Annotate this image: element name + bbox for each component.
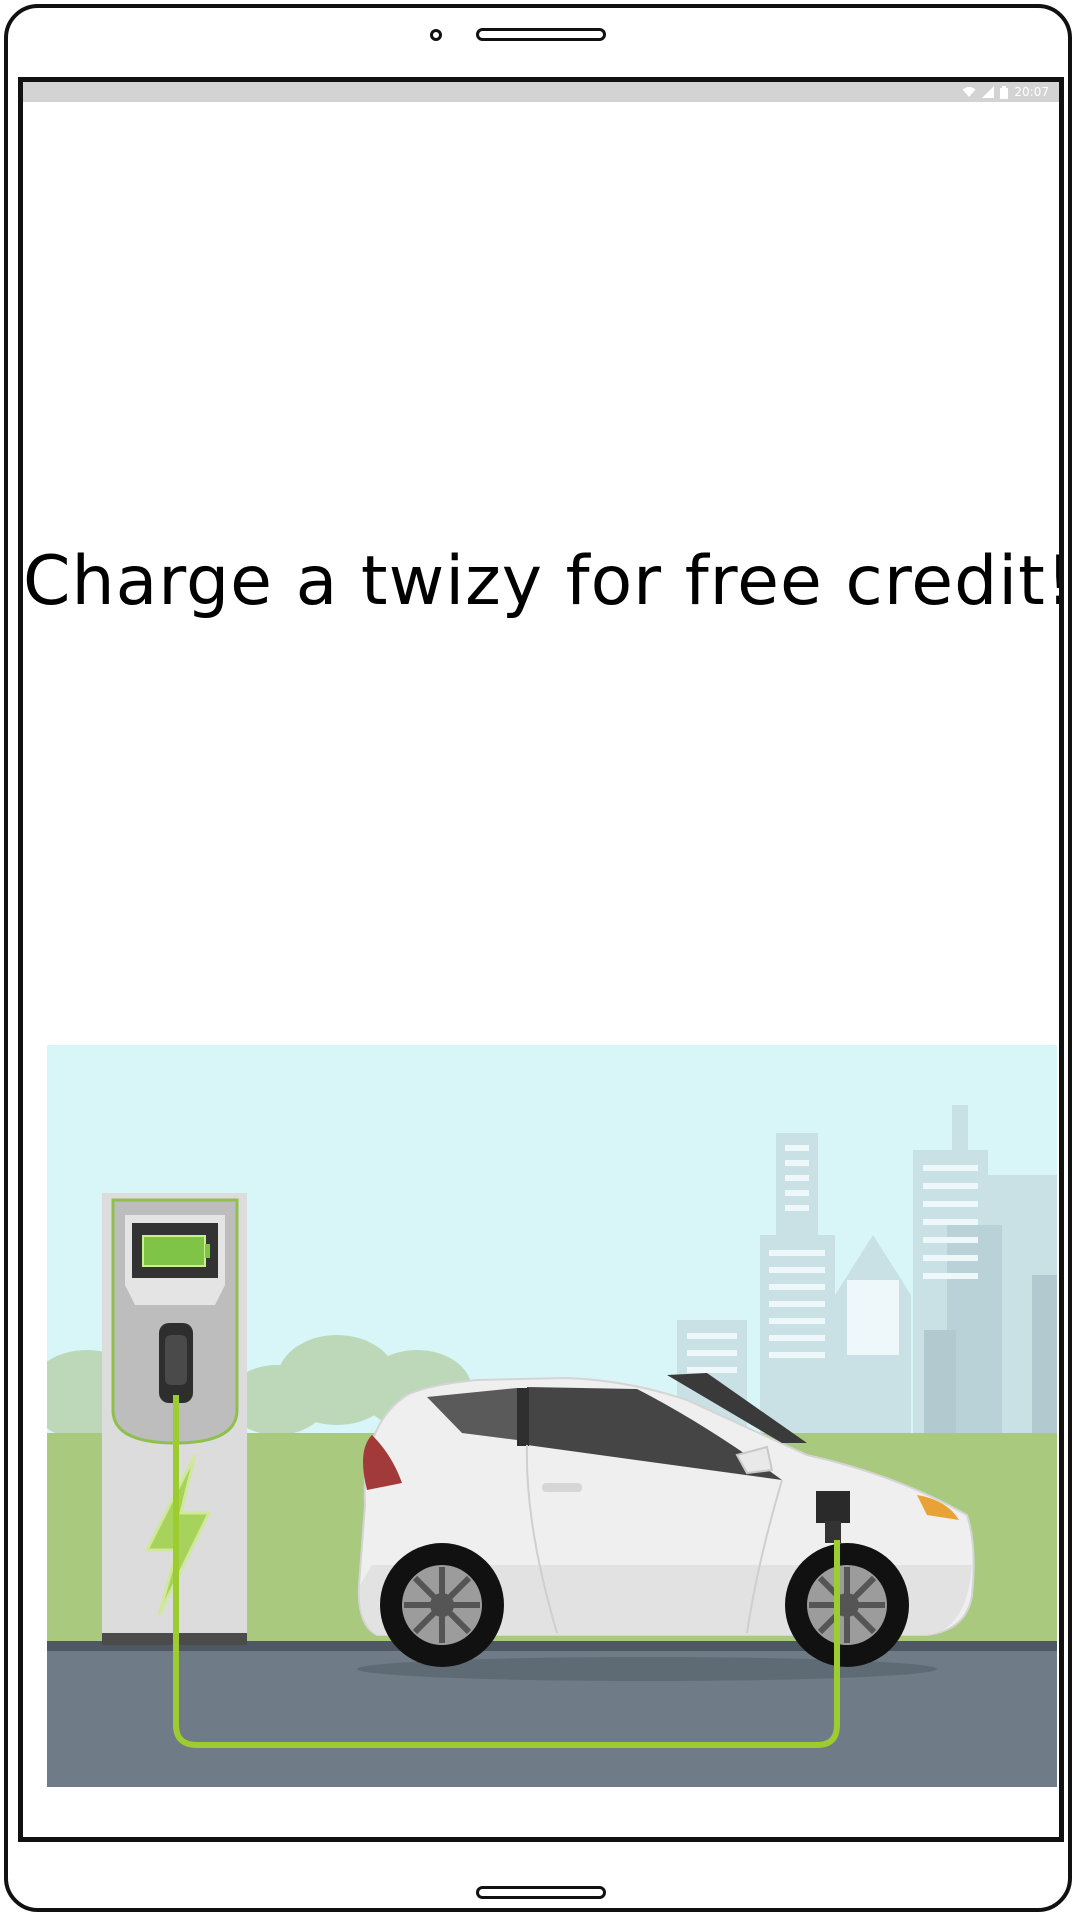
device-frame: 20:07 Charge a twizy for free credit! bbox=[0, 0, 1080, 1920]
status-time: 20:07 bbox=[1014, 85, 1049, 99]
ev-charging-illustration bbox=[47, 1045, 1057, 1787]
signal-icon bbox=[982, 86, 995, 98]
headline: Charge a twizy for free credit! bbox=[23, 542, 1064, 621]
speaker-grille bbox=[476, 28, 606, 41]
status-bar: 20:07 bbox=[23, 82, 1059, 102]
home-button[interactable] bbox=[476, 1886, 606, 1899]
camera-icon bbox=[430, 29, 442, 41]
screen: 20:07 Charge a twizy for free credit! bbox=[18, 77, 1064, 1842]
wifi-icon bbox=[962, 86, 976, 98]
status-icons: 20:07 bbox=[962, 84, 1049, 100]
battery-icon bbox=[1000, 85, 1009, 99]
